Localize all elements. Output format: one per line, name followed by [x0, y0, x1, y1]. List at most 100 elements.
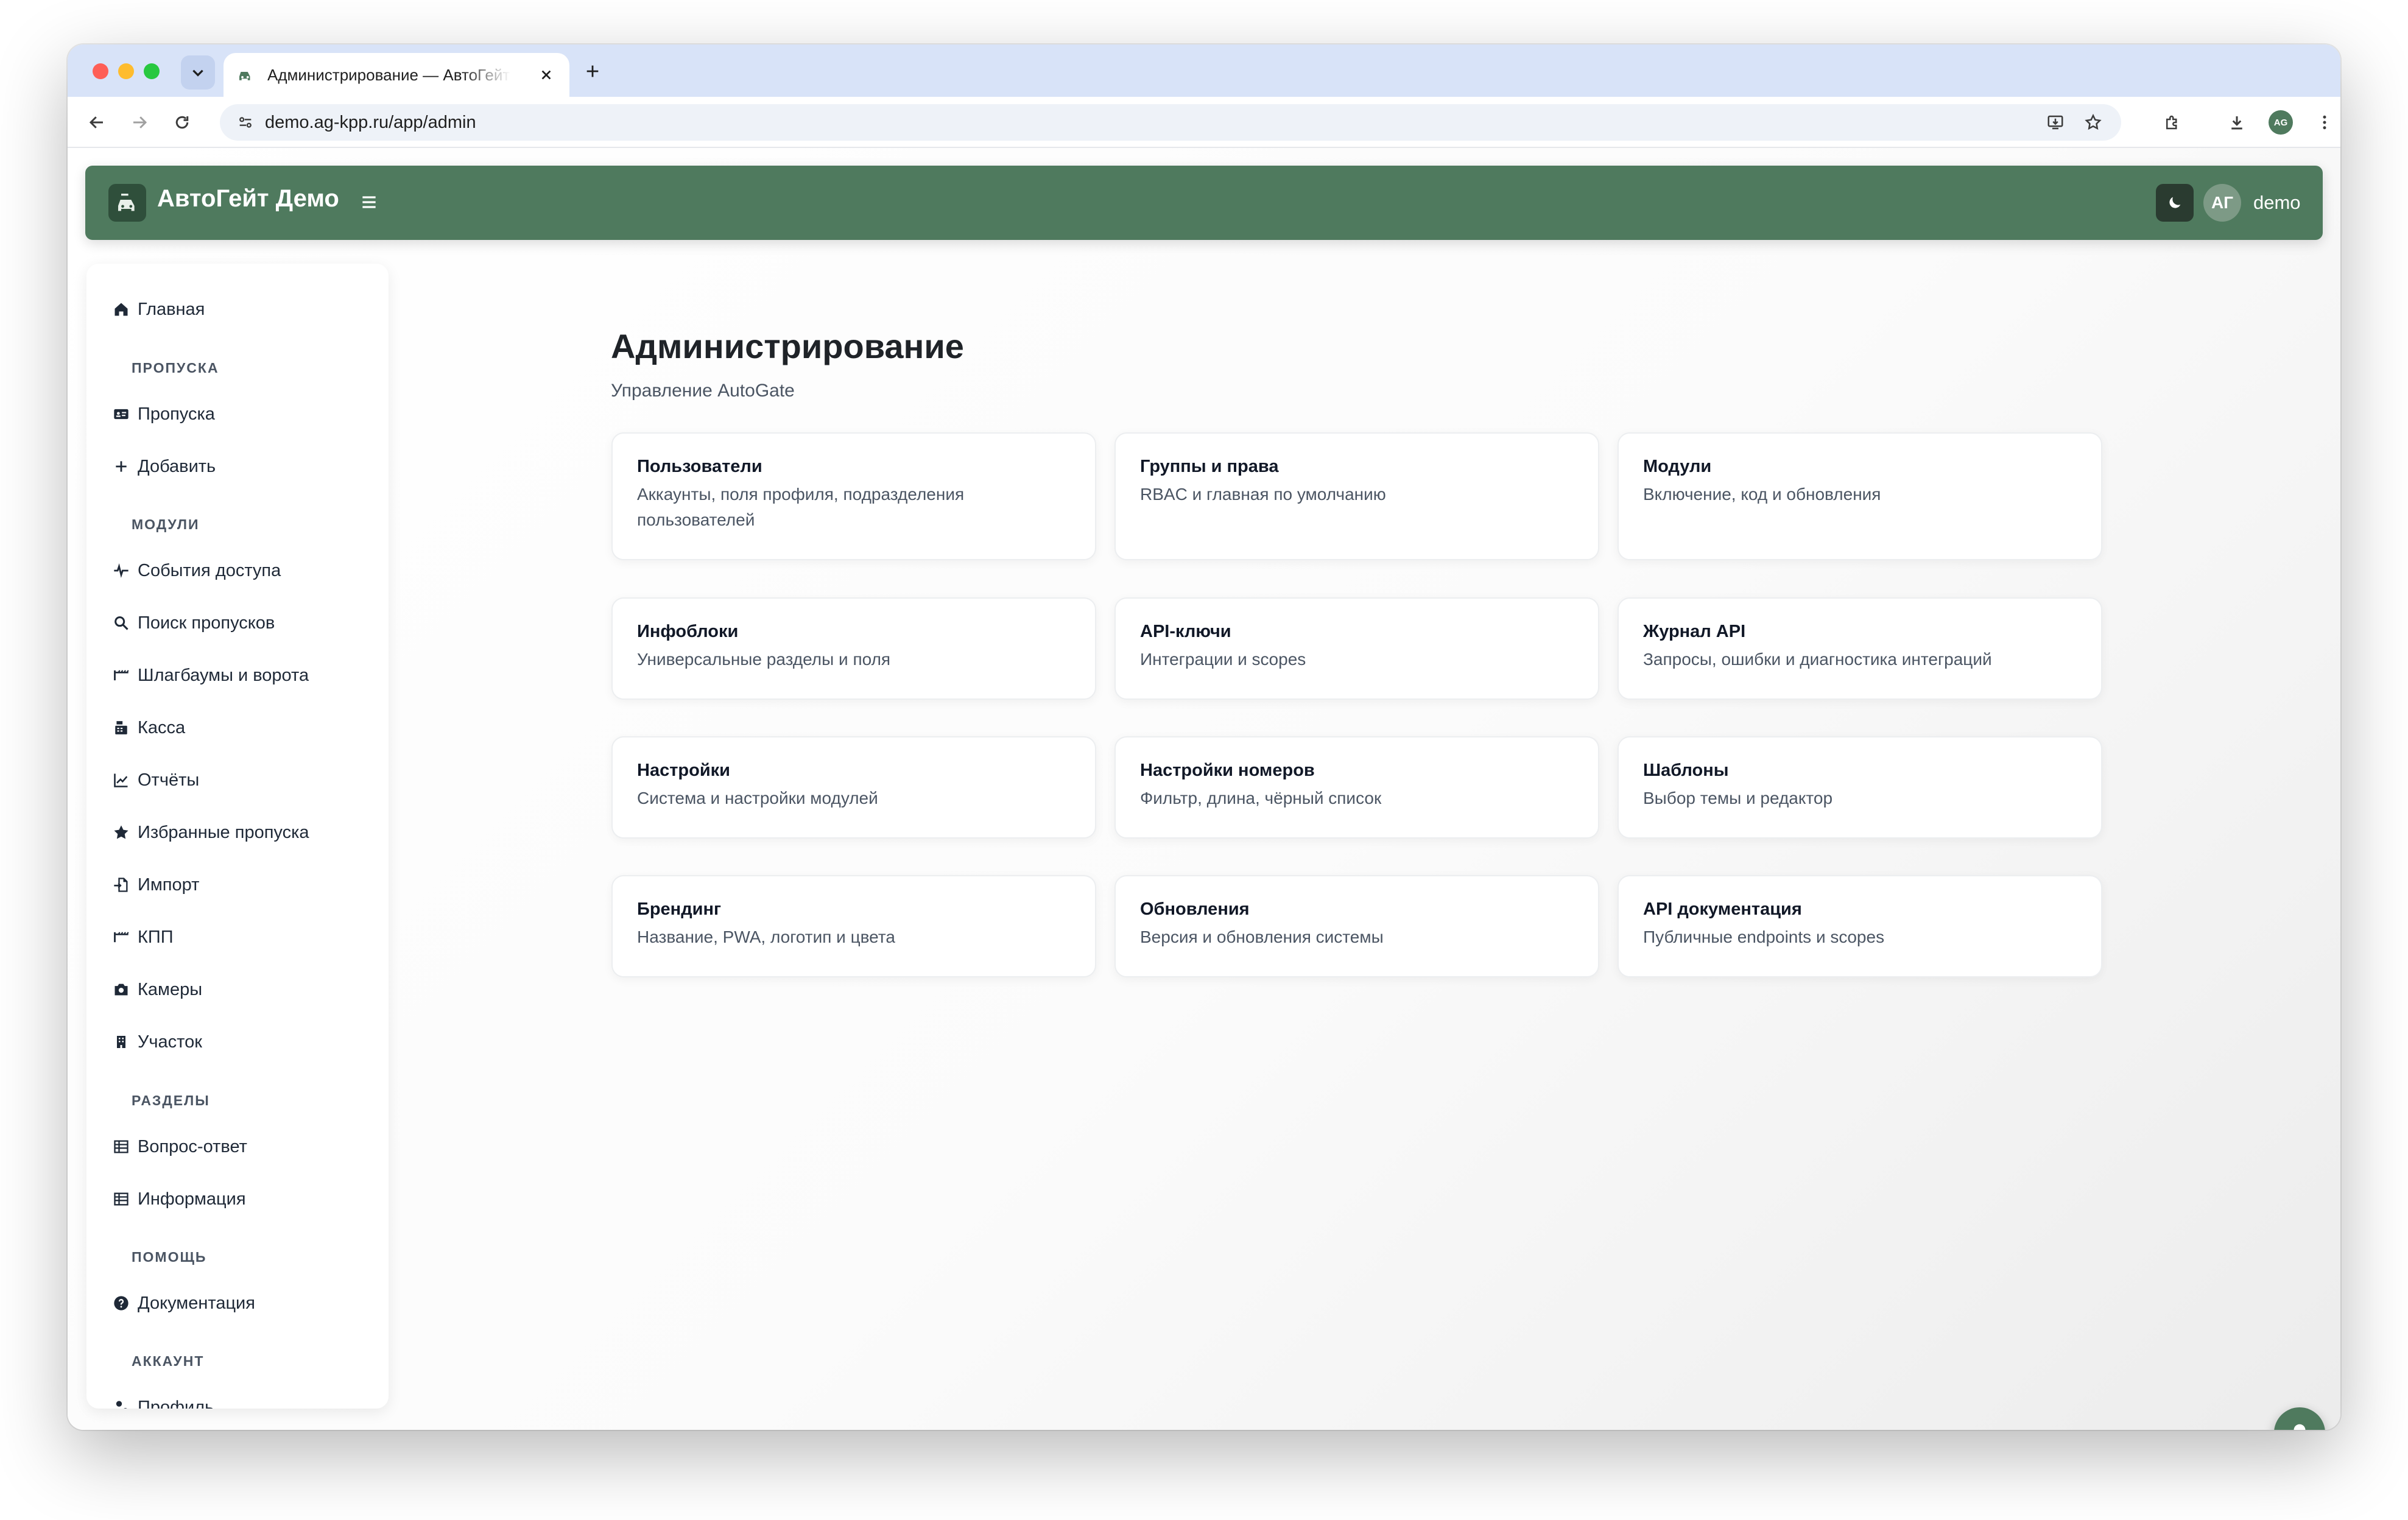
- card-description: RBAC и главная по умолчанию: [1140, 485, 1386, 504]
- app-title[interactable]: АвтоГейт Демо: [157, 185, 339, 213]
- camera-icon: [111, 979, 132, 1000]
- card-description: Выбор темы и редактор: [1643, 789, 1833, 807]
- sidebar-item-add[interactable]: Добавить: [111, 451, 216, 482]
- card-title: API документация: [1643, 899, 1802, 919]
- sidebar-item-home[interactable]: Главная: [111, 294, 205, 325]
- admin-card-api-log[interactable]: Журнал API Запросы, ошибки и диагностика…: [1618, 597, 2102, 700]
- card-title: Обновления: [1140, 899, 1250, 919]
- admin-card-modules[interactable]: Модули Включение, код и обновления: [1618, 432, 2102, 560]
- sidebar-item-pass-search[interactable]: Поиск пропусков: [111, 608, 275, 638]
- new-tab-icon[interactable]: [580, 59, 605, 83]
- url-text: demo.ag-kpp.ru/app/admin: [265, 112, 476, 132]
- sidebar-item-label: Профиль: [138, 1397, 214, 1409]
- card-description: Интеграции и scopes: [1140, 650, 1306, 669]
- admin-card-templates[interactable]: Шаблоны Выбор темы и редактор: [1618, 736, 2102, 839]
- admin-card-settings[interactable]: Настройки Система и настройки модулей: [611, 736, 1096, 839]
- id-card-icon: [111, 404, 132, 424]
- hamburger-menu-icon[interactable]: [357, 190, 381, 214]
- card-description: Система и настройки модулей: [637, 789, 878, 807]
- notifications-button[interactable]: [2274, 1407, 2325, 1430]
- sidebar-item-cameras[interactable]: Камеры: [111, 974, 202, 1005]
- card-title: Журнал API: [1643, 622, 1746, 641]
- sidebar-item-profile[interactable]: Профиль: [111, 1392, 214, 1409]
- browser-tab[interactable]: Администрирование — АвтоГейт Демо: [224, 53, 569, 97]
- sidebar-section-help: ПОМОЩЬ: [132, 1249, 207, 1265]
- user-avatar[interactable]: АГ: [2203, 184, 2241, 222]
- file-import-icon: [111, 874, 132, 895]
- address-bar[interactable]: demo.ag-kpp.ru/app/admin: [220, 104, 2121, 141]
- card-title: API-ключи: [1140, 622, 1231, 641]
- sidebar-item-checkpoint[interactable]: КПП: [111, 922, 174, 952]
- home-icon: [111, 299, 132, 320]
- admin-card-api-keys[interactable]: API-ключи Интеграции и scopes: [1114, 597, 1599, 700]
- sidebar-item-docs[interactable]: Документация: [111, 1288, 255, 1318]
- sidebar-item-info[interactable]: Информация: [111, 1184, 246, 1214]
- page-subtitle: Управление AutoGate: [611, 381, 795, 401]
- card-title: Настройки: [637, 761, 731, 780]
- sidebar-section-modules: МОДУЛИ: [132, 516, 200, 532]
- close-window-button[interactable]: [93, 63, 108, 79]
- card-title: Модули: [1643, 457, 1712, 476]
- moon-icon: [2169, 197, 2181, 208]
- question-circle-icon: [111, 1293, 132, 1314]
- sidebar-item-label: События доступа: [138, 560, 281, 580]
- user-name[interactable]: demo: [2253, 192, 2301, 214]
- reload-icon[interactable]: [169, 109, 195, 136]
- admin-card-updates[interactable]: Обновления Версия и обновления системы: [1114, 875, 1599, 977]
- close-tab-icon[interactable]: [537, 65, 556, 85]
- card-description: Аккаунты, поля профиля, подразделения по…: [637, 485, 965, 529]
- minimize-window-button[interactable]: [118, 63, 134, 79]
- theme-toggle-button[interactable]: [2156, 184, 2194, 222]
- page-content: АвтоГейт Демо АГ demo Главная ПРОПУСКА П…: [68, 148, 2340, 1430]
- page-title: Администрирование: [611, 327, 964, 365]
- sidebar-item-access-events[interactable]: События доступа: [111, 555, 281, 586]
- sidebar-item-favorites[interactable]: Избранные пропуска: [111, 817, 309, 848]
- sidebar-item-label: Касса: [138, 717, 186, 737]
- browser-menu-icon[interactable]: [2311, 109, 2338, 136]
- site-info-icon[interactable]: [233, 110, 258, 135]
- sidebar-item-label: Пропуска: [138, 404, 215, 424]
- profile-button[interactable]: AG: [2267, 109, 2294, 136]
- card-description: Включение, код и обновления: [1643, 485, 1881, 504]
- sidebar-item-area[interactable]: Участок: [111, 1027, 202, 1057]
- admin-card-api-docs[interactable]: API документация Публичные endpoints и s…: [1618, 875, 2102, 977]
- sidebar-item-label: Документация: [138, 1293, 255, 1313]
- card-description: Запросы, ошибки и диагностика интеграций: [1643, 650, 1992, 669]
- admin-card-infoblocks[interactable]: Инфоблоки Универсальные разделы и поля: [611, 597, 1096, 700]
- forward-arrow-icon[interactable]: [126, 109, 153, 136]
- card-title: Шаблоны: [1643, 761, 1729, 780]
- sidebar-item-import[interactable]: Импорт: [111, 870, 199, 900]
- car-logo-icon: [118, 194, 135, 211]
- sidebar-item-faq[interactable]: Вопрос-ответ: [111, 1131, 247, 1162]
- sidebar-item-reports[interactable]: Отчёты: [111, 765, 199, 795]
- user-gear-icon: [111, 1397, 132, 1409]
- maximize-window-button[interactable]: [144, 63, 160, 79]
- sidebar-item-barriers[interactable]: Шлагбаумы и ворота: [111, 660, 309, 691]
- extensions-puzzle-icon[interactable]: [2159, 109, 2186, 136]
- downloads-icon[interactable]: [2223, 109, 2250, 136]
- admin-card-plate-settings[interactable]: Настройки номеров Фильтр, длина, чёрный …: [1114, 736, 1599, 839]
- sidebar-item-label: КПП: [138, 927, 174, 947]
- sidebar-item-label: Информация: [138, 1189, 246, 1209]
- sidebar-item-label: Камеры: [138, 979, 203, 999]
- logo[interactable]: [108, 184, 146, 222]
- browser-window: Администрирование — АвтоГейт Демо demo.a…: [68, 44, 2340, 1430]
- admin-card-users[interactable]: Пользователи Аккаунты, поля профиля, под…: [611, 432, 1096, 560]
- admin-card-branding[interactable]: Брендинг Название, PWA, логотип и цвета: [611, 875, 1096, 977]
- admin-card-groups[interactable]: Группы и права RBAC и главная по умолчан…: [1114, 432, 1599, 560]
- bookmark-star-icon[interactable]: [2081, 110, 2105, 135]
- profile-avatar: AG: [2269, 110, 2293, 135]
- plus-icon: [111, 456, 132, 477]
- sidebar-item-passes[interactable]: Пропуска: [111, 399, 215, 429]
- tab-search-button[interactable]: [181, 55, 215, 90]
- sidebar-item-label: Добавить: [138, 456, 216, 476]
- sidebar-item-cashbox[interactable]: Касса: [111, 712, 185, 743]
- table-icon: [111, 1136, 132, 1157]
- card-description: Универсальные разделы и поля: [637, 650, 891, 669]
- card-title: Группы и права: [1140, 457, 1279, 476]
- pulse-icon: [111, 560, 132, 581]
- line-chart-icon: [111, 770, 132, 790]
- chevron-down-icon: [192, 69, 203, 77]
- install-app-icon[interactable]: [2043, 110, 2068, 135]
- back-arrow-icon[interactable]: [83, 109, 110, 136]
